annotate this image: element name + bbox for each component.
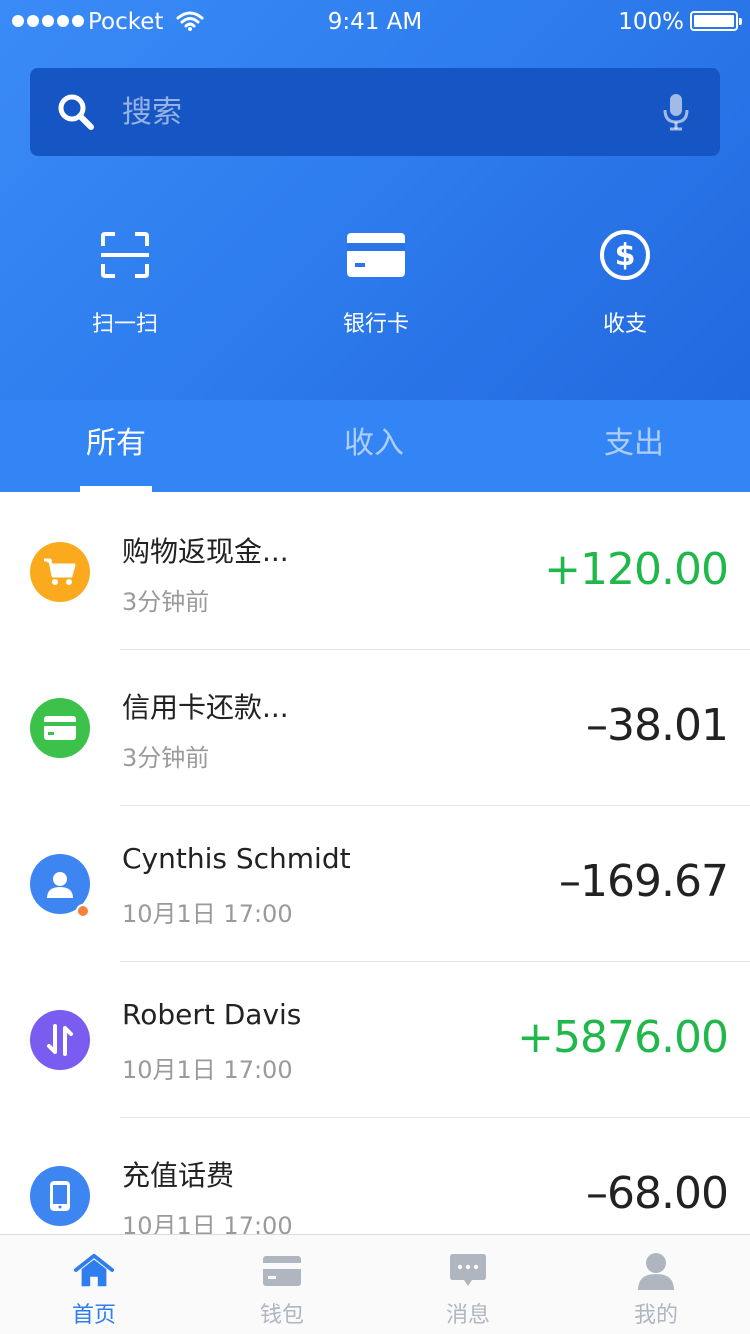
list-item[interactable]: Robert Davis 10月1日 17:00 +5876.00 — [0, 962, 750, 1118]
transaction-time: 3分钟前 — [122, 744, 210, 772]
scan-button[interactable]: 扫一扫 — [25, 226, 225, 338]
microphone-icon[interactable] — [662, 92, 690, 136]
filter-tabs: 所有 收入 支出 — [0, 400, 750, 492]
bottom-tab-bar: 首页 钱包 消息 我的 — [0, 1234, 750, 1334]
transaction-title: Robert Davis — [122, 998, 302, 1031]
transaction-amount: +5876.00 — [517, 1012, 729, 1063]
transaction-title: 购物返现金... — [122, 535, 289, 568]
list-item[interactable]: 充值话费 10月1日 17:00 –68.00 — [0, 1118, 750, 1234]
cart-icon — [30, 542, 90, 602]
transaction-time: 10月1日 17:00 — [122, 1212, 293, 1234]
transaction-title: 充值话费 — [122, 1159, 235, 1192]
home-icon — [74, 1251, 114, 1291]
battery-icon — [690, 11, 742, 31]
battery-percent: 100% — [618, 9, 684, 35]
transaction-list: 购物返现金... 3分钟前 +120.00 信用卡还款... 3分钟前 –38.… — [0, 494, 750, 1234]
search-bar[interactable] — [30, 68, 720, 156]
transaction-amount: –169.67 — [559, 856, 729, 907]
tab-wallet[interactable]: 钱包 — [188, 1235, 376, 1334]
tab-expense[interactable]: 支出 — [509, 400, 750, 492]
wallet-icon — [262, 1251, 302, 1291]
message-icon — [448, 1251, 488, 1291]
scan-icon — [101, 232, 149, 282]
active-tab-indicator — [80, 486, 152, 492]
tab-income[interactable]: 收入 — [249, 400, 499, 492]
svg-text:$: $ — [615, 238, 636, 273]
tab-messages-label: 消息 — [445, 1303, 490, 1328]
list-item[interactable]: 购物返现金... 3分钟前 +120.00 — [0, 494, 750, 650]
transaction-time: 10月1日 17:00 — [122, 900, 293, 928]
bank-card-button[interactable]: 银行卡 — [276, 226, 476, 338]
bank-card-icon — [347, 233, 405, 281]
transaction-amount: –38.01 — [586, 700, 729, 751]
search-icon — [56, 92, 96, 136]
transaction-time: 3分钟前 — [122, 588, 210, 616]
card-icon — [30, 698, 90, 758]
income-expense-button[interactable]: $ 收支 — [525, 226, 725, 338]
transfer-icon — [30, 1010, 90, 1070]
dollar-icon: $ — [599, 229, 651, 285]
tab-all[interactable]: 所有 — [0, 400, 241, 492]
phone-icon — [30, 1166, 90, 1226]
unread-badge — [76, 904, 90, 918]
tab-profile[interactable]: 我的 — [562, 1235, 750, 1334]
transaction-amount: –68.00 — [586, 1168, 729, 1219]
tab-profile-label: 我的 — [633, 1303, 678, 1328]
transaction-title: 信用卡还款... — [122, 691, 289, 724]
tab-home[interactable]: 首页 — [0, 1235, 188, 1334]
transaction-amount: +120.00 — [544, 544, 729, 595]
bank-card-label: 银行卡 — [342, 312, 409, 337]
scan-label: 扫一扫 — [91, 312, 158, 337]
profile-icon — [636, 1251, 676, 1291]
quick-actions: 扫一扫 银行卡 $ 收支 — [0, 226, 750, 346]
list-item[interactable]: Cynthis Schmidt 10月1日 17:00 –169.67 — [0, 806, 750, 962]
search-input[interactable] — [122, 86, 622, 138]
transaction-title: Cynthis Schmidt — [122, 842, 351, 875]
transaction-time: 10月1日 17:00 — [122, 1056, 293, 1084]
tab-messages[interactable]: 消息 — [374, 1235, 562, 1334]
list-item[interactable]: 信用卡还款... 3分钟前 –38.01 — [0, 650, 750, 806]
status-bar: Pocket 9:41 AM 100% — [0, 0, 750, 42]
income-expense-label: 收支 — [602, 312, 647, 337]
tab-home-label: 首页 — [71, 1303, 116, 1328]
tab-wallet-label: 钱包 — [259, 1303, 304, 1328]
